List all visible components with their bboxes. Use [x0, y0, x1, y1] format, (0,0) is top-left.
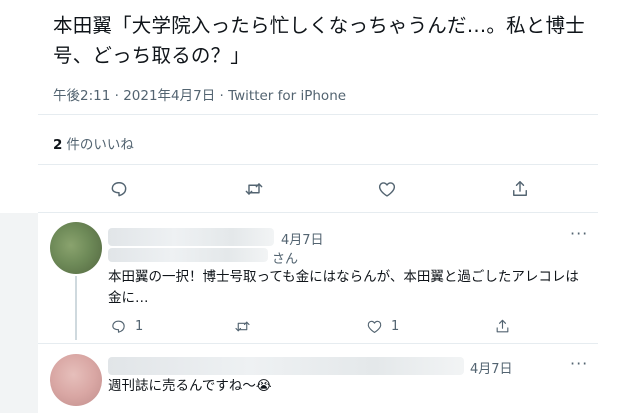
blurred-username[interactable] — [108, 357, 464, 375]
share-button[interactable] — [494, 318, 511, 335]
share-icon — [513, 181, 527, 196]
avatar[interactable] — [50, 354, 102, 406]
divider — [38, 114, 598, 115]
retweet-button[interactable] — [234, 318, 259, 335]
divider — [38, 343, 598, 344]
tweet-meta[interactable]: 午後2:11 · 2021年4月7日 · Twitter for iPhone — [53, 84, 346, 104]
reply-button[interactable]: 1 — [110, 318, 143, 335]
more-options-button[interactable]: ··· — [570, 224, 588, 243]
thread-line — [75, 276, 77, 340]
retweet-icon — [235, 321, 250, 332]
reply-icon — [112, 320, 125, 333]
reply-date[interactable]: 4月7日 — [281, 229, 324, 248]
blurred-handle — [108, 248, 268, 262]
reply-date[interactable]: 4月7日 — [470, 358, 513, 377]
like-icon — [378, 182, 396, 197]
more-options-button[interactable]: ··· — [570, 354, 588, 373]
reply-icon — [111, 182, 127, 197]
divider — [38, 164, 598, 165]
tweet-text: 本田翼「大学院入ったら忙しくなっちゃうんだ…。私と博士号、どっち取るの？」 — [53, 14, 585, 67]
likes-number: 2 — [53, 137, 63, 153]
like-count: 1 — [391, 319, 400, 334]
likes-label: 件のいいね — [66, 137, 134, 153]
share-icon — [496, 319, 509, 333]
reply-count: 1 — [135, 319, 144, 334]
share-button[interactable] — [508, 177, 532, 201]
handle-suffix: さん — [272, 252, 299, 267]
blurred-username[interactable] — [108, 228, 274, 246]
retweet-button[interactable] — [242, 177, 266, 201]
reply-text: 週刊誌に売るんですね〜😭 — [108, 378, 272, 394]
divider — [38, 212, 598, 213]
reply-text: 本田翼の一択！博士号取っても金にはならんが、本田翼と過ごしたアレコレは金に… — [108, 269, 579, 306]
reply-button[interactable] — [107, 177, 131, 201]
retweet-icon — [245, 183, 263, 195]
left-margin-panel — [0, 213, 38, 413]
like-button[interactable]: 1 — [366, 318, 399, 335]
like-icon — [367, 320, 382, 333]
avatar[interactable] — [50, 222, 102, 274]
like-button[interactable] — [375, 177, 399, 201]
likes-count[interactable]: 2 件のいいね — [53, 133, 134, 153]
